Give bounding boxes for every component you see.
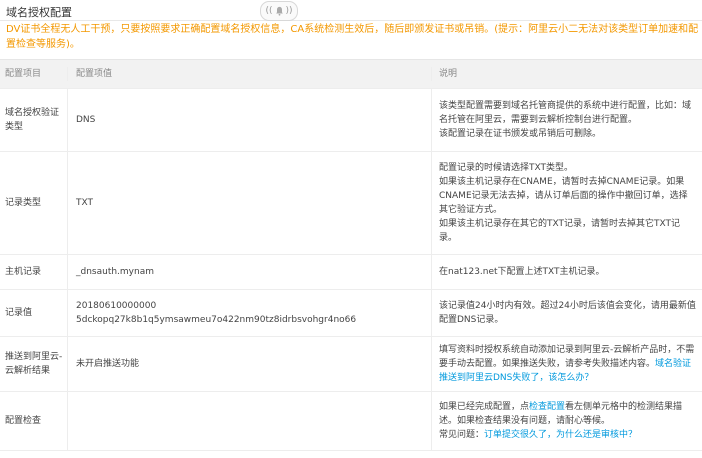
desc-line: 常见问题：订单提交很久了，为什么还是审核中？ (439, 428, 696, 442)
bell-icon (275, 6, 283, 16)
faq-link[interactable]: 订单提交很久了，为什么还是审核中？ (484, 430, 637, 440)
table-header-row: 配置项目 配置项值 说明 (0, 60, 702, 89)
table-row: 记录类型 TXT 配置记录的时候请选择TXT类型。 如果该主机记录存在CNAME… (0, 152, 702, 255)
table-row: 配置检查 如果已经完成配置，点检查配置看左侧单元格中的检测结果描述。如果检查结果… (0, 392, 702, 451)
header-config-item: 配置项目 (0, 67, 68, 81)
desc-line: 如果已经完成配置，点检查配置看左侧单元格中的检测结果描述。如果检查结果没有问题，… (439, 400, 696, 428)
row-name: 记录类型 (0, 152, 68, 254)
row-description: 如果已经完成配置，点检查配置看左侧单元格中的检测结果描述。如果检查结果没有问题，… (432, 392, 702, 450)
table-row: 域名授权验证类型 DNS 该类型配置需要到域名托管商提供的系统中进行配置，比如：… (0, 89, 702, 152)
row-description: 该记录值24小时内有效。超过24小时后该值会变化，请用最新值配置DNS记录。 (439, 301, 696, 325)
header-config-value: 配置项值 (68, 67, 432, 81)
table-row: 记录值 20180610000000 5dckopq27k8b1q5ymsawm… (0, 290, 702, 337)
row-name: 推送到阿里云-云解析结果 (0, 337, 68, 391)
row-description: 填写资料时授权系统自动添加记录到阿里云-云解析产品时，不需要手动去配置。如果推送… (432, 337, 702, 391)
bell-left-wave: (( (265, 6, 273, 16)
bell-right-wave: )) (285, 6, 293, 16)
row-name: 记录值 (0, 290, 68, 336)
table-row: 推送到阿里云-云解析结果 未开启推送功能 填写资料时授权系统自动添加记录到阿里云… (0, 337, 702, 392)
page-title: 域名授权配置 (6, 6, 72, 19)
notification-button[interactable]: (( )) (260, 1, 298, 21)
row-name: 主机记录 (0, 255, 68, 289)
row-value: _dnsauth.mynam (68, 255, 432, 289)
row-value[interactable]: 20180610000000 5dckopq27k8b1q5ymsawmeu7o… (68, 290, 432, 336)
row-name: 配置检查 (0, 392, 68, 450)
row-value (68, 392, 432, 450)
desc-line: 如果该主机记录存在CNAME，请暂时去掉CNAME记录。如果CNAME记录无法去… (439, 177, 688, 215)
check-config-link[interactable]: 检查配置 (529, 402, 565, 412)
row-value: 未开启推送功能 (68, 337, 432, 391)
desc-text: 如果已经完成配置，点 (439, 402, 530, 412)
desc-line: 该配置记录在证书颁发或吊销后可删除。 (439, 129, 602, 139)
desc-text: 常见问题： (439, 430, 485, 440)
desc-line: 配置记录的时候请选择TXT类型。 (439, 163, 574, 173)
notice-text: DV证书全程无人工干预，只要按照要求正确配置域名授权信息，CA系统检测生效后，随… (6, 24, 699, 50)
row-description: 在nat123.net下配置上述TXT主机记录。 (439, 267, 605, 277)
table-row: 主机记录 _dnsauth.mynam 在nat123.net下配置上述TXT主… (0, 255, 702, 290)
row-value: DNS (68, 89, 432, 151)
row-value: TXT (68, 152, 432, 254)
row-description: 该类型配置需要到域名托管商提供的系统中进行配置，比如：域名托管在阿里云，需要到云… (432, 89, 702, 151)
config-table: 配置项目 配置项值 说明 域名授权验证类型 DNS 该类型配置需要到域名托管商提… (0, 59, 702, 451)
header-description: 说明 (439, 69, 458, 79)
row-description: 配置记录的时候请选择TXT类型。 如果该主机记录存在CNAME，请暂时去掉CNA… (432, 152, 702, 254)
desc-line: 该类型配置需要到域名托管商提供的系统中进行配置，比如：域名托管在阿里云，需要到云… (439, 101, 692, 125)
row-name: 域名授权验证类型 (0, 89, 68, 151)
desc-line: 如果该主机记录存在其它的TXT记录，请暂时去掉其它TXT记录。 (439, 219, 681, 243)
dialog-header: 域名授权配置 (( )) (0, 0, 702, 21)
